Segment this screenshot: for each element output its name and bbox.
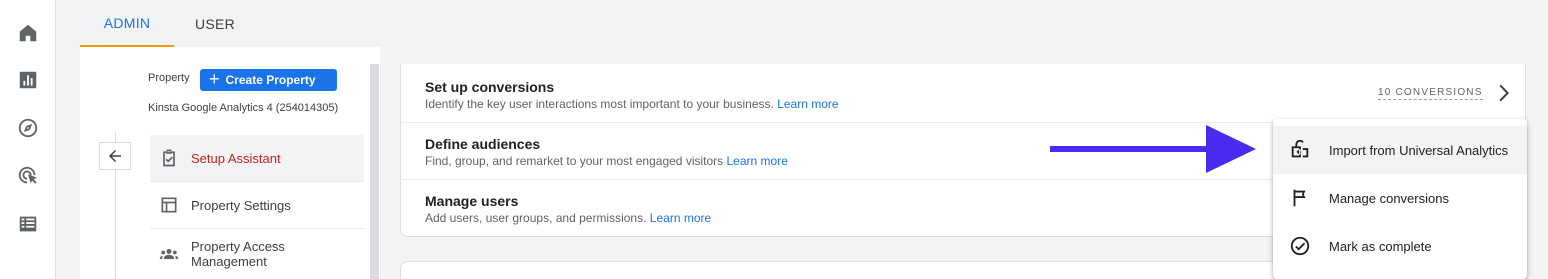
row-description: Identify the key user interactions most … xyxy=(425,97,774,111)
menu-item-mark-complete[interactable]: Mark as complete xyxy=(1273,222,1527,270)
flag-icon xyxy=(1288,186,1312,210)
plus-icon: + xyxy=(209,69,220,89)
row-title-audiences: Define audiences xyxy=(425,136,541,152)
menu-item-property-settings[interactable]: Property Settings xyxy=(150,182,364,228)
create-property-button[interactable]: + Create Property xyxy=(200,69,337,91)
menu-item-label: Property Settings xyxy=(191,197,291,213)
import-icon xyxy=(1288,138,1312,162)
back-button[interactable] xyxy=(99,142,131,170)
gutter xyxy=(56,0,80,279)
check-circle-icon xyxy=(1288,234,1312,258)
menu-item-manage-conversions[interactable]: Manage conversions xyxy=(1273,174,1527,222)
row-title-users: Manage users xyxy=(425,193,519,209)
layout-icon xyxy=(158,194,180,216)
row-desc-users: Add users, user groups, and permissions.… xyxy=(425,211,711,225)
ga4-admin-screen: ADMIN USER Property + Create Property Ki… xyxy=(0,0,1548,279)
advertising-icon[interactable] xyxy=(17,165,39,187)
row-description: Add users, user groups, and permissions. xyxy=(425,211,647,225)
checklist-icon xyxy=(158,147,180,169)
admin-tabs: ADMIN USER xyxy=(80,0,1548,47)
menu-item-setup-assistant[interactable]: Setup Assistant xyxy=(150,135,364,181)
menu-item-label: Property Access Management xyxy=(191,239,285,269)
home-icon[interactable] xyxy=(17,22,39,44)
menu-item-label: Setup Assistant xyxy=(191,150,281,166)
panel-scrollbar[interactable] xyxy=(370,64,379,279)
explore-icon[interactable] xyxy=(17,117,39,139)
chevron-right-icon[interactable] xyxy=(1495,84,1511,102)
row-description: Find, group, and remarket to your most e… xyxy=(425,154,724,168)
row-desc-audiences: Find, group, and remarket to your most e… xyxy=(425,154,788,168)
left-nav-rail xyxy=(0,0,56,279)
people-icon xyxy=(158,243,180,265)
property-name[interactable]: Kinsta Google Analytics 4 (254014305) xyxy=(148,102,338,114)
learn-more-link[interactable]: Learn more xyxy=(727,154,788,168)
menu-item-property-access[interactable]: Property Access Management xyxy=(150,233,364,275)
reports-icon[interactable] xyxy=(17,69,39,91)
configure-icon[interactable] xyxy=(17,213,39,235)
menu-item-import-ua[interactable]: Import from Universal Analytics xyxy=(1273,126,1527,174)
row-desc-conversions: Identify the key user interactions most … xyxy=(425,97,839,111)
learn-more-link[interactable]: Learn more xyxy=(777,97,838,111)
tab-admin[interactable]: ADMIN xyxy=(80,0,174,47)
conversions-count-link[interactable]: 10 CONVERSIONS xyxy=(1378,87,1483,100)
tab-user[interactable]: USER xyxy=(180,0,250,47)
create-property-label: Create Property xyxy=(225,73,316,87)
menu-divider xyxy=(150,228,364,229)
conversions-dropdown-menu: Import from Universal Analytics Manage c… xyxy=(1273,119,1527,279)
annotation-arrow-icon xyxy=(1050,125,1256,173)
learn-more-link[interactable]: Learn more xyxy=(650,211,711,225)
menu-item-label: Mark as complete xyxy=(1329,238,1432,254)
menu-item-label: Import from Universal Analytics xyxy=(1329,142,1509,158)
menu-item-label: Manage conversions xyxy=(1329,190,1449,206)
row-title-conversions: Set up conversions xyxy=(425,79,555,95)
arrow-left-icon xyxy=(109,150,121,162)
property-label: Property xyxy=(148,72,190,84)
